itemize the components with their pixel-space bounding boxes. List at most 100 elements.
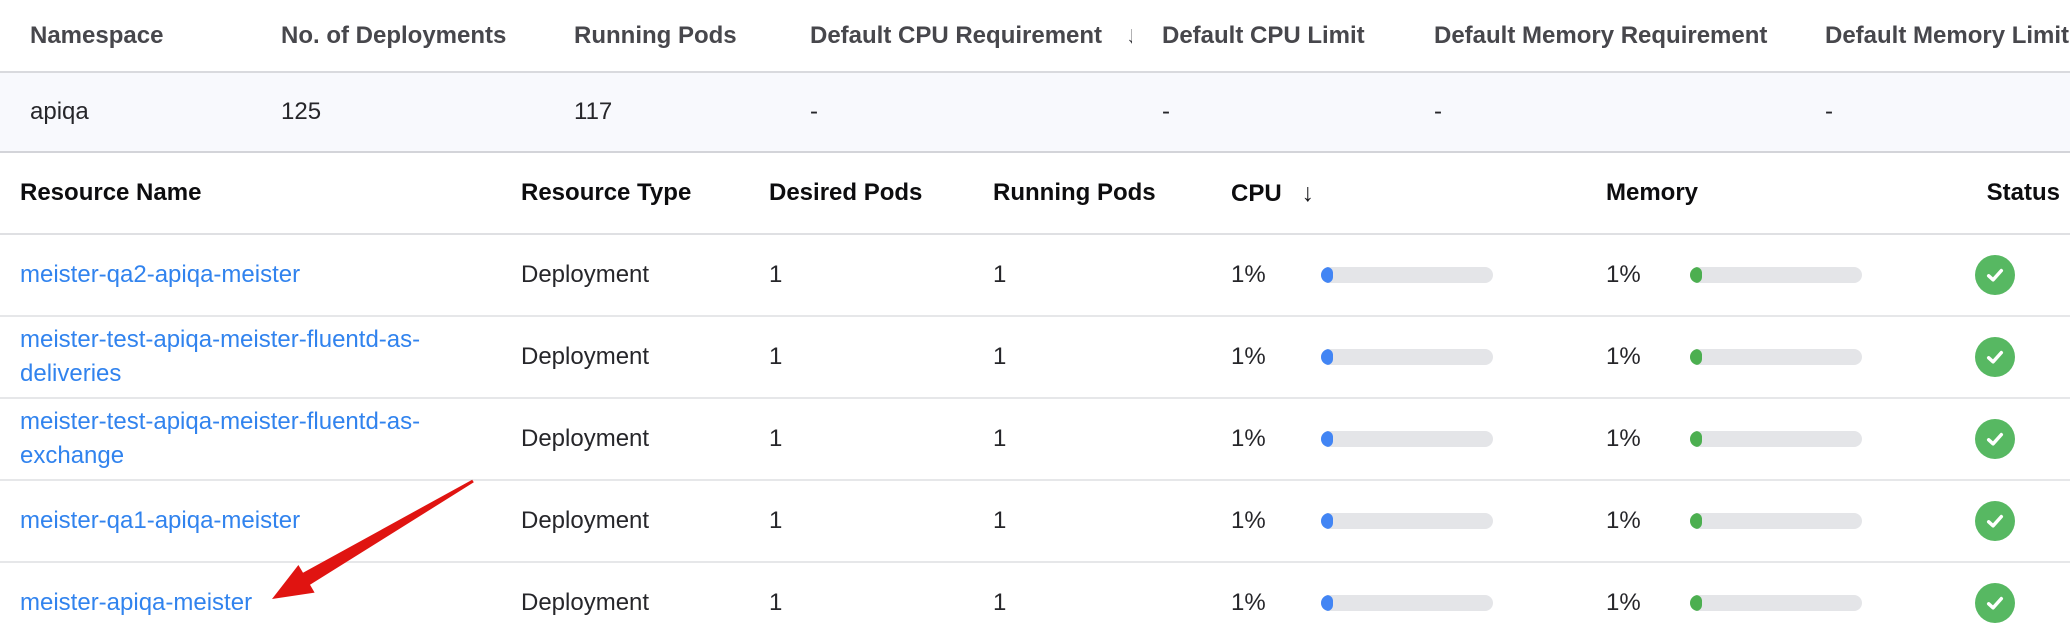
res-col-desired-pods: Desired Pods: [749, 153, 973, 234]
ns-col-default-memory-requirement: Default Memory Requirement: [1404, 0, 1795, 72]
cpu-usage-fill: [1321, 595, 1333, 611]
running-pods-value: 1: [973, 316, 1211, 398]
resource-table-header-row: Resource Name Resource Type Desired Pods…: [0, 153, 2070, 234]
memory-percent: 1%: [1606, 425, 1690, 453]
ns-col-deployments: No. of Deployments: [251, 0, 544, 72]
resource-row: meister-qa1-apiqa-meister Deployment 1 1…: [0, 480, 2070, 562]
memory-usage: 1%: [1606, 261, 1945, 289]
cpu-percent: 1%: [1231, 343, 1321, 371]
default-cpu-limit-value: -: [1132, 72, 1404, 152]
memory-usage-fill: [1690, 595, 1702, 611]
resource-type: Deployment: [501, 234, 749, 316]
memory-percent: 1%: [1606, 507, 1690, 535]
status-healthy-icon: [1975, 419, 2015, 459]
memory-usage-bar: [1690, 595, 1862, 611]
namespace-details-page: Namespace No. of Deployments Running Pod…: [0, 0, 2070, 642]
column-label: Resource Name: [20, 179, 201, 206]
resource-type: Deployment: [501, 562, 749, 642]
namespace-name: apiqa: [0, 72, 251, 152]
status-healthy-icon: [1975, 255, 2015, 295]
column-label: Desired Pods: [769, 179, 922, 206]
resource-row: meister-apiqa-meister Deployment 1 1 1% …: [0, 562, 2070, 642]
running-pods-value: 1: [973, 480, 1211, 562]
resource-row: meister-test-apiqa-meister-fluentd-as-de…: [0, 316, 2070, 398]
status-healthy-icon: [1975, 337, 2015, 377]
memory-percent: 1%: [1606, 343, 1690, 371]
cpu-usage-bar: [1321, 349, 1493, 365]
desired-pods-value: 1: [749, 316, 973, 398]
memory-usage-fill: [1690, 513, 1702, 529]
cpu-usage-bar: [1321, 267, 1493, 283]
memory-usage-bar: [1690, 431, 1862, 447]
column-label: Default Memory Limit: [1825, 22, 2069, 49]
running-pods-count: 117: [544, 72, 780, 152]
memory-usage: 1%: [1606, 343, 1945, 371]
memory-usage-bar: [1690, 349, 1862, 365]
cpu-usage-fill: [1321, 431, 1333, 447]
resource-name-link[interactable]: meister-test-apiqa-meister-fluentd-as-ex…: [20, 405, 481, 473]
cpu-usage-fill: [1321, 349, 1333, 365]
cpu-usage: 1%: [1231, 425, 1576, 453]
sort-descending-icon: ↓: [1126, 21, 1132, 50]
ns-col-default-memory-limit: Default Memory Limit: [1795, 0, 2070, 72]
cpu-usage-bar: [1321, 595, 1493, 611]
cpu-usage-fill: [1321, 513, 1333, 529]
resource-name-link[interactable]: meister-qa2-apiqa-meister: [20, 258, 300, 292]
column-label: Namespace: [30, 22, 163, 49]
sort-descending-icon: ↓: [1302, 179, 1315, 208]
res-col-memory: Memory: [1586, 153, 1955, 234]
memory-usage: 1%: [1606, 507, 1945, 535]
cpu-usage: 1%: [1231, 507, 1576, 535]
namespace-row: apiqa 125 117 - - - -: [0, 72, 2070, 152]
memory-usage-bar: [1690, 513, 1862, 529]
ns-col-namespace: Namespace: [0, 0, 251, 72]
ns-col-running-pods: Running Pods: [544, 0, 780, 72]
column-label: Running Pods: [993, 179, 1156, 206]
cpu-usage: 1%: [1231, 343, 1576, 371]
memory-usage-fill: [1690, 349, 1702, 365]
cpu-usage: 1%: [1231, 261, 1576, 289]
memory-usage-bar: [1690, 267, 1862, 283]
res-col-running-pods: Running Pods: [973, 153, 1211, 234]
cpu-percent: 1%: [1231, 261, 1321, 289]
column-label: Status: [1987, 179, 2060, 206]
cpu-percent: 1%: [1231, 425, 1321, 453]
memory-percent: 1%: [1606, 261, 1690, 289]
res-col-resource-name: Resource Name: [0, 153, 501, 234]
ns-col-default-cpu-limit: Default CPU Limit: [1132, 0, 1404, 72]
res-col-cpu[interactable]: CPU ↓: [1211, 153, 1586, 234]
deployments-count: 125: [251, 72, 544, 152]
desired-pods-value: 1: [749, 234, 973, 316]
column-label: Default CPU Limit: [1162, 22, 1365, 49]
ns-col-default-cpu-requirement[interactable]: Default CPU Requirement↓: [780, 0, 1132, 72]
resource-name-link[interactable]: meister-test-apiqa-meister-fluentd-as-de…: [20, 323, 481, 391]
memory-usage: 1%: [1606, 589, 1945, 617]
running-pods-value: 1: [973, 562, 1211, 642]
cpu-usage-bar: [1321, 431, 1493, 447]
cpu-usage: 1%: [1231, 589, 1576, 617]
status-healthy-icon: [1975, 501, 2015, 541]
resource-type: Deployment: [501, 316, 749, 398]
column-label: No. of Deployments: [281, 22, 506, 49]
column-label: Default Memory Requirement: [1434, 22, 1767, 49]
desired-pods-value: 1: [749, 480, 973, 562]
status-healthy-icon: [1975, 583, 2015, 623]
res-col-resource-type: Resource Type: [501, 153, 749, 234]
cpu-usage-fill: [1321, 267, 1333, 283]
default-memory-limit-value: -: [1795, 72, 2070, 152]
cpu-percent: 1%: [1231, 589, 1321, 617]
resource-row: meister-qa2-apiqa-meister Deployment 1 1…: [0, 234, 2070, 316]
column-label: Memory: [1606, 179, 1698, 206]
res-col-status: Status: [1955, 153, 2070, 234]
memory-usage-fill: [1690, 431, 1702, 447]
running-pods-value: 1: [973, 398, 1211, 480]
resource-name-link[interactable]: meister-apiqa-meister: [20, 586, 252, 620]
memory-percent: 1%: [1606, 589, 1690, 617]
column-label: Resource Type: [521, 179, 691, 206]
memory-usage: 1%: [1606, 425, 1945, 453]
cpu-usage-bar: [1321, 513, 1493, 529]
column-label: CPU: [1231, 180, 1282, 207]
resource-row: meister-test-apiqa-meister-fluentd-as-ex…: [0, 398, 2070, 480]
resource-name-link[interactable]: meister-qa1-apiqa-meister: [20, 504, 300, 538]
resource-type: Deployment: [501, 398, 749, 480]
